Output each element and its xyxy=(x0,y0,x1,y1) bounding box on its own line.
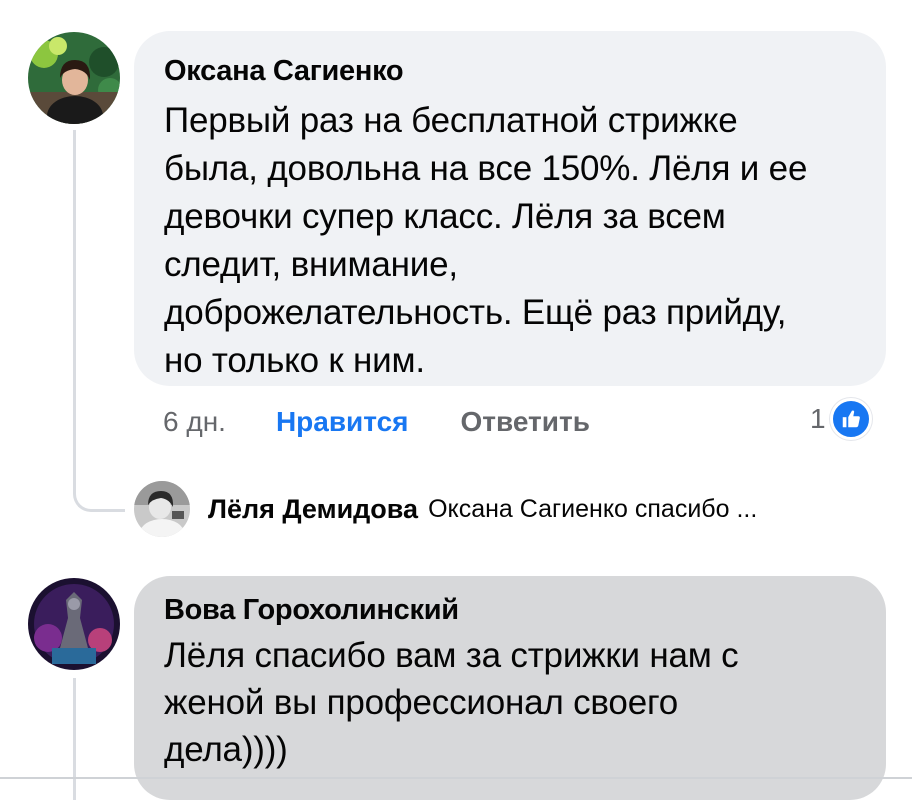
reply-button[interactable]: Ответить xyxy=(461,406,590,438)
comment-author[interactable]: Оксана Сагиенко xyxy=(164,51,856,91)
reaction-count: 1 xyxy=(810,403,826,434)
avatar[interactable] xyxy=(28,578,120,670)
comment-bubble: Вова Горохолинский Лёля спасибо вам за с… xyxy=(134,576,886,800)
thumbs-up-icon xyxy=(829,398,872,440)
comment-text: Лёля спасибо вам за стрижки нам с женой … xyxy=(164,632,856,773)
comment-text-line: Первый раз на бесплатной стрижке xyxy=(164,101,738,140)
thread-connector-line xyxy=(73,130,125,512)
comments-page: Оксана Сагиенко Первый раз на бесплатной… xyxy=(0,0,912,800)
reply-text: Оксана Сагиенко спасибо ... xyxy=(428,494,758,523)
comment-text-line: женой вы профессионал своего xyxy=(164,683,679,722)
comment-text-line: дела)))) xyxy=(164,730,288,769)
avatar[interactable] xyxy=(28,32,120,124)
comment-text-line: следит, внимание, xyxy=(164,245,458,284)
comment-text-line: доброжелательность. Ещё раз прийду, xyxy=(164,293,787,332)
reply-preview[interactable]: Лёля Демидова Оксана Сагиенко спасибо ..… xyxy=(134,480,757,538)
comment-text-line: Лёля спасибо вам за стрижки нам с xyxy=(164,636,739,675)
divider xyxy=(0,777,912,779)
reaction-summary[interactable]: 1 xyxy=(810,398,872,440)
comment-author[interactable]: Вова Горохолинский xyxy=(164,590,856,630)
comment-text-line: была, довольна на все 150%. Лёля и ее xyxy=(164,149,808,188)
comment-text: Первый раз на бесплатной стрижке была, д… xyxy=(164,97,856,385)
thread-connector-line xyxy=(73,678,76,800)
comment-actions: 6 дн. Нравится Ответить xyxy=(163,402,590,442)
comment-text-line: но только к ним. xyxy=(164,341,425,380)
comment-bubble: Оксана Сагиенко Первый раз на бесплатной… xyxy=(134,31,886,386)
like-button[interactable]: Нравится xyxy=(276,406,409,438)
comment-text-line: девочки супер класс. Лёля за всем xyxy=(164,197,726,236)
comment-timestamp[interactable]: 6 дн. xyxy=(163,406,226,438)
avatar[interactable] xyxy=(134,481,190,537)
reply-author[interactable]: Лёля Демидова xyxy=(208,494,418,525)
